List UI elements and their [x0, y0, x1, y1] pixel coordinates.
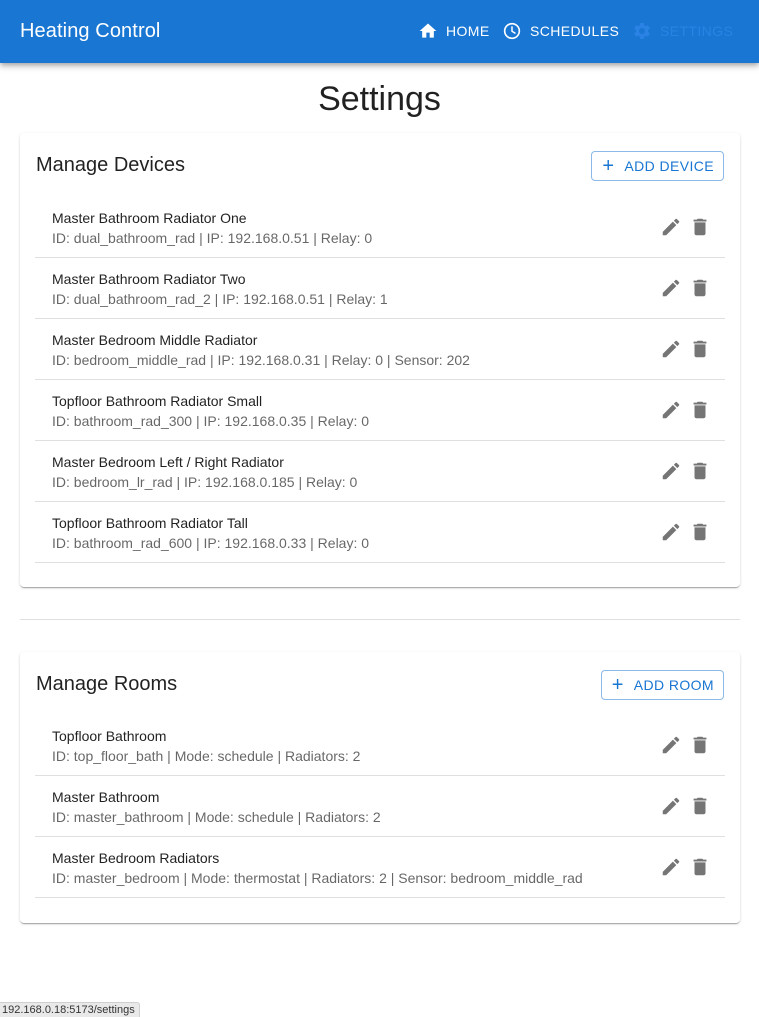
pencil-icon	[660, 338, 682, 360]
add-device-button[interactable]: + ADD DEVICE	[591, 151, 724, 181]
device-list-item: Master Bedroom Middle Radiator ID: bedroo…	[35, 319, 725, 380]
edit-device-button[interactable]	[659, 398, 683, 422]
room-name: Master Bathroom	[52, 789, 160, 805]
manage-rooms-title: Manage Rooms	[36, 673, 178, 695]
edit-device-button[interactable]	[659, 337, 683, 361]
home-icon	[418, 21, 438, 41]
delete-device-button[interactable]	[688, 215, 712, 239]
room-details: ID: top_floor_bath | Mode: schedule | Ra…	[52, 748, 361, 764]
pencil-icon	[660, 734, 682, 756]
plus-icon: +	[602, 154, 615, 177]
device-details: ID: bedroom_lr_rad | IP: 192.168.0.185 |…	[52, 474, 358, 490]
pencil-icon	[660, 399, 682, 421]
delete-room-button[interactable]	[688, 855, 712, 879]
trash-icon	[689, 399, 711, 421]
room-name: Topfloor Bathroom	[52, 728, 167, 744]
device-list-item: Master Bathroom Radiator Two ID: dual_bat…	[35, 258, 725, 319]
device-details: ID: dual_bathroom_rad | IP: 192.168.0.51…	[52, 230, 373, 246]
delete-device-button[interactable]	[688, 276, 712, 300]
device-list-item: Topfloor Bathroom Radiator Small ID: bath…	[35, 380, 725, 441]
device-name: Topfloor Bathroom Radiator Small	[52, 393, 263, 409]
device-details: ID: bathroom_rad_600 | IP: 192.168.0.33 …	[52, 535, 370, 551]
page-title: Settings	[318, 80, 441, 118]
device-list-item: Topfloor Bathroom Radiator Tall ID: bathr…	[35, 502, 725, 563]
trash-icon	[689, 734, 711, 756]
trash-icon	[689, 277, 711, 299]
pencil-icon	[660, 795, 682, 817]
nav-schedules-button[interactable]: SCHEDULES	[502, 18, 619, 44]
edit-device-button[interactable]	[659, 215, 683, 239]
room-list-item: Topfloor Bathroom ID: top_floor_bath | Mo…	[35, 715, 725, 776]
edit-room-button[interactable]	[659, 855, 683, 879]
add-room-button[interactable]: + ADD ROOM	[600, 670, 724, 700]
gear-icon	[632, 21, 652, 41]
clock-icon	[502, 21, 522, 41]
nav-home-button[interactable]: HOME	[418, 18, 490, 44]
manage-rooms-card: Manage Rooms + ADD ROOM Topfloor Bathroo…	[20, 652, 740, 923]
room-list-item: Master Bathroom ID: master_bathroom | Mod…	[35, 776, 725, 837]
nav-schedules-label: SCHEDULES	[530, 23, 620, 39]
trash-icon	[689, 795, 711, 817]
manage-devices-card: Manage Devices + ADD DEVICE Master Bathr…	[20, 133, 740, 587]
room-name: Master Bedroom Radiators	[52, 850, 220, 866]
room-list-item: Master Bedroom Radiators ID: master_bedro…	[35, 837, 725, 898]
edit-room-button[interactable]	[659, 733, 683, 757]
edit-device-button[interactable]	[659, 276, 683, 300]
trash-icon	[689, 521, 711, 543]
add-device-label: ADD DEVICE	[624, 158, 714, 174]
app-bar: Heating Control HOME SCHEDULES SETTINGS	[0, 0, 759, 63]
device-details: ID: bedroom_middle_rad | IP: 192.168.0.3…	[52, 352, 470, 368]
device-name: Master Bathroom Radiator Two	[52, 271, 246, 287]
device-details: ID: bathroom_rad_300 | IP: 192.168.0.35 …	[52, 413, 370, 429]
edit-room-button[interactable]	[659, 794, 683, 818]
device-list-item: Master Bedroom Left / Right Radiator ID: …	[35, 441, 725, 502]
manage-devices-title: Manage Devices	[36, 154, 185, 176]
room-list: Topfloor Bathroom ID: top_floor_bath | Mo…	[35, 715, 725, 898]
section-divider	[20, 619, 740, 620]
delete-room-button[interactable]	[688, 794, 712, 818]
status-bar-url: 192.168.0.18:5173/settings	[0, 1002, 140, 1017]
edit-device-button[interactable]	[659, 520, 683, 544]
nav-home-label: HOME	[446, 23, 490, 39]
device-name: Master Bedroom Middle Radiator	[52, 332, 258, 348]
pencil-icon	[660, 856, 682, 878]
nav-settings-label: SETTINGS	[660, 23, 734, 39]
pencil-icon	[660, 521, 682, 543]
trash-icon	[689, 216, 711, 238]
pencil-icon	[660, 277, 682, 299]
device-name: Master Bathroom Radiator One	[52, 210, 247, 226]
trash-icon	[689, 856, 711, 878]
room-details: ID: master_bedroom | Mode: thermostat | …	[52, 870, 583, 886]
device-name: Master Bedroom Left / Right Radiator	[52, 454, 284, 470]
add-room-label: ADD ROOM	[633, 677, 714, 693]
trash-icon	[689, 460, 711, 482]
delete-device-button[interactable]	[688, 398, 712, 422]
room-details: ID: master_bathroom | Mode: schedule | R…	[52, 809, 381, 825]
edit-device-button[interactable]	[659, 459, 683, 483]
plus-icon: +	[611, 673, 624, 696]
app-title: Heating Control	[20, 20, 161, 42]
pencil-icon	[660, 460, 682, 482]
delete-room-button[interactable]	[688, 733, 712, 757]
delete-device-button[interactable]	[688, 520, 712, 544]
delete-device-button[interactable]	[688, 459, 712, 483]
device-list: Master Bathroom Radiator One ID: dual_bat…	[35, 197, 725, 563]
trash-icon	[689, 338, 711, 360]
device-list-item: Master Bathroom Radiator One ID: dual_bat…	[35, 197, 725, 258]
delete-device-button[interactable]	[688, 337, 712, 361]
device-details: ID: dual_bathroom_rad_2 | IP: 192.168.0.…	[52, 291, 388, 307]
device-name: Topfloor Bathroom Radiator Tall	[52, 515, 248, 531]
pencil-icon	[660, 216, 682, 238]
nav-settings-button[interactable]: SETTINGS	[632, 18, 733, 44]
